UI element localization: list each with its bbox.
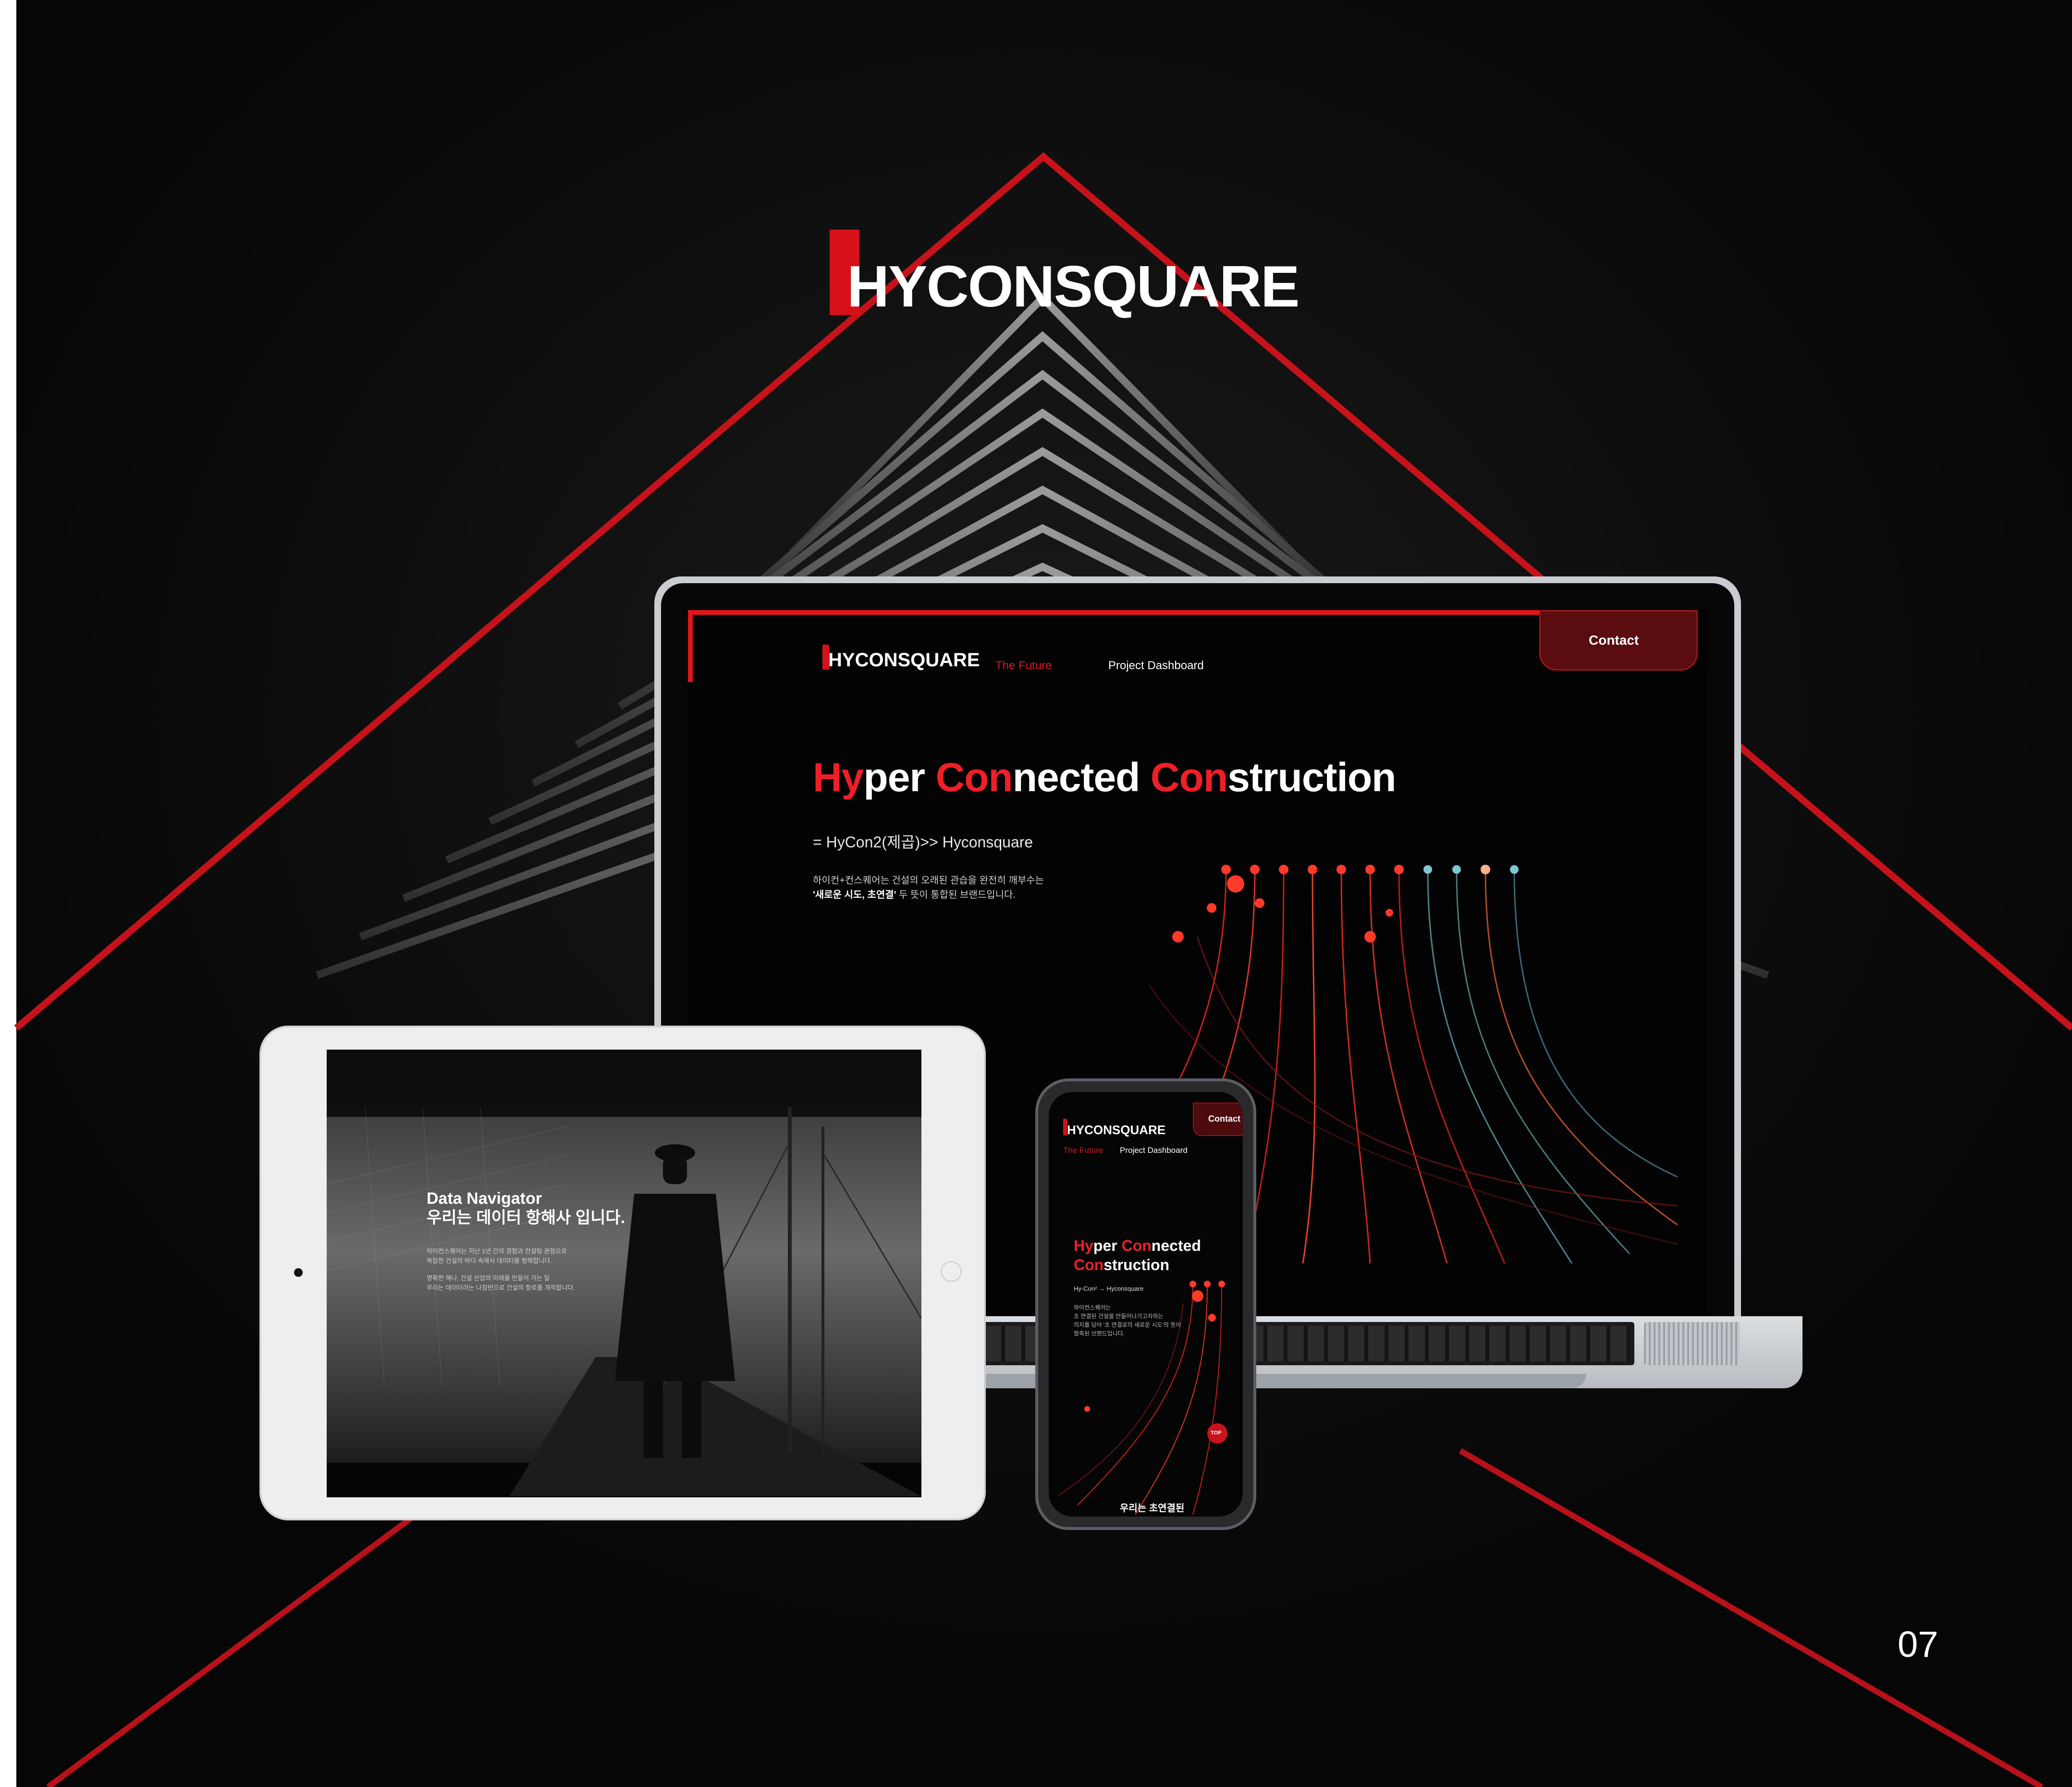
- red-frame-line: [688, 610, 1541, 615]
- tablet-title: Data Navigator 우리는 데이터 항해사 입니다.: [427, 1189, 625, 1227]
- nav-item-future[interactable]: The Future: [995, 659, 1052, 672]
- showcase-stage: HYCONSQUARE HYCONSQUARE The Future Proje…: [0, 0, 2072, 1787]
- mobile-screen: HYCONSQUARE Contact The Future Project D…: [1049, 1092, 1243, 1517]
- nav-item-future[interactable]: The Future: [1063, 1146, 1103, 1155]
- tablet-description: 하이컨스퀘어는 지난 1년 간의 경험과 컨설팅 관점으로 복잡한 건설의 바다…: [427, 1248, 575, 1291]
- mobile-hero-description: 하이컨스퀘어는 초 연결된 건설을 만들어나가고자하는 의지를 담아 '초 연결…: [1074, 1304, 1181, 1337]
- navigator-photo: [327, 1050, 921, 1497]
- mobile-hero-title: Hyper Connected Construction: [1074, 1237, 1201, 1273]
- contact-button[interactable]: Contact: [1539, 610, 1698, 671]
- tablet-mockup: Data Navigator 우리는 데이터 항해사 입니다. 하이컨스퀘어는 …: [259, 1026, 986, 1520]
- phone-mockup: HYCONSQUARE Contact The Future Project D…: [1035, 1078, 1256, 1530]
- tablet-home-button-icon[interactable]: [941, 1261, 962, 1282]
- mobile-contact-button[interactable]: Contact: [1193, 1102, 1243, 1136]
- nav-item-dashboard[interactable]: Project Dashboard: [1120, 1146, 1188, 1155]
- phone-top-button-icon[interactable]: TOP: [1207, 1423, 1227, 1444]
- tablet-camera-icon: [294, 1268, 303, 1277]
- hero-subtitle: = HyCon2(제곱)>> Hyconsquare: [813, 833, 1033, 851]
- laptop-speaker-grille: [1644, 1322, 1740, 1365]
- mobile-nav: The Future Project Dashboard: [1063, 1146, 1188, 1155]
- nav-item-dashboard[interactable]: Project Dashboard: [1108, 659, 1204, 673]
- mobile-section-heading: 우리는 초연결된: [1120, 1503, 1185, 1514]
- tablet-screen: Data Navigator 우리는 데이터 항해사 입니다. 하이컨스퀘어는 …: [327, 1050, 921, 1497]
- hero-description: 하이컨+컨스퀘어는 건설의 오래된 관습을 완전히 깨부수는 '새로운 시도, …: [813, 875, 1044, 900]
- page-number: 07: [1898, 1624, 1938, 1665]
- red-frame-line: [688, 610, 693, 682]
- logo-wordmark: HYCONSQUARE: [847, 254, 1300, 319]
- desktop-nav: The Future Project Dashboard: [995, 659, 1204, 673]
- main-logo: HYCONSQUARE: [830, 230, 1300, 319]
- logo-mark-icon: [1063, 1119, 1067, 1135]
- mobile-hero-subtitle: Hy-Con² → Hyconsquare: [1074, 1285, 1144, 1292]
